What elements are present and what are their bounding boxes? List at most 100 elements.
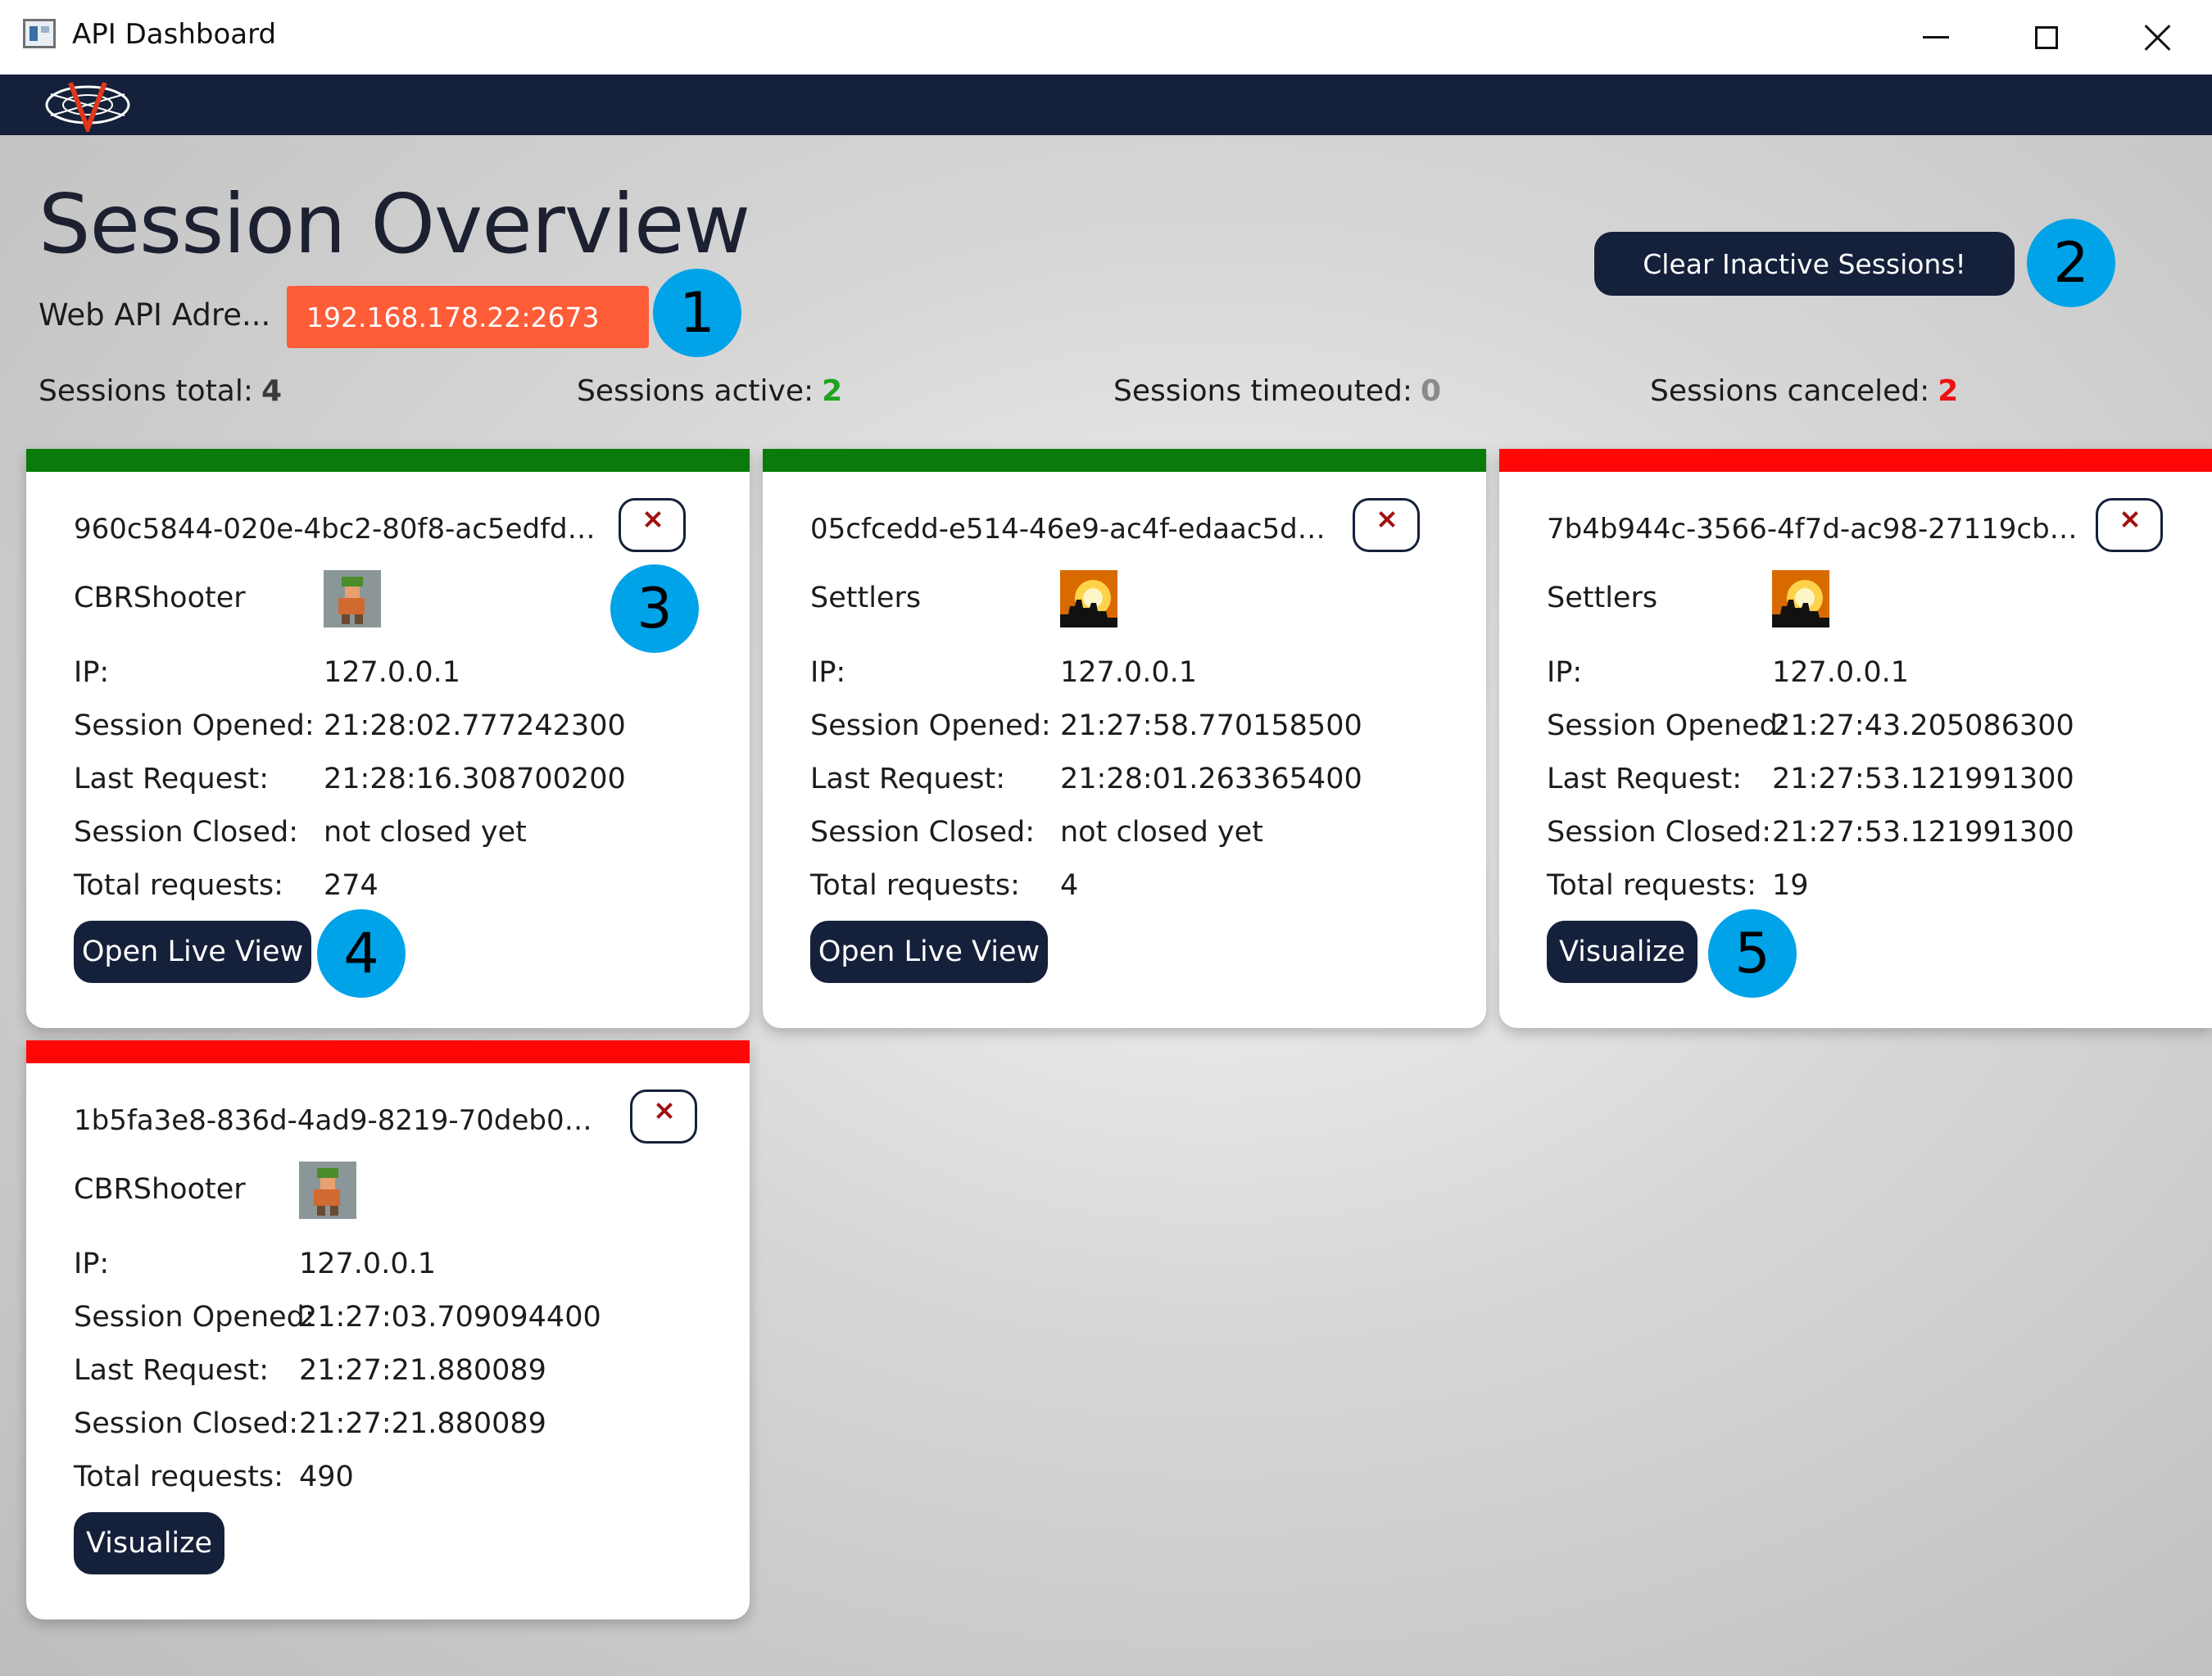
dashboard-content: Session Overview Web API Adre... 1 Clear… [0,135,2212,1676]
session-opened-value: 21:27:03.709094400 [299,1301,601,1334]
ip-value: 127.0.0.1 [324,656,460,689]
last-request-value: 21:28:16.308700200 [324,763,626,795]
session-opened-label: Session Opened: [1547,709,1788,742]
shooter-game-icon [299,1162,356,1219]
stat-sessions-active: Sessions active: 2 [577,374,842,408]
visualize-button[interactable]: Visualize [1547,921,1698,983]
last-request-value: 21:28:01.263365400 [1060,763,1362,795]
ip-label: IP: [74,656,110,689]
session-status-bar [26,1040,750,1063]
settlers-game-icon [1060,570,1117,627]
session-opened-label: Session Opened: [74,1301,315,1334]
last-request-label: Last Request: [810,763,1005,795]
session-card: 1b5fa3e8-836d-4ad9-8219-70deb01375... CB… [26,1040,750,1619]
ip-label: IP: [74,1248,110,1280]
close-icon [1380,512,1394,527]
stat-canceled-label: Sessions canceled: [1650,374,1930,408]
game-name: CBRShooter [74,582,246,614]
session-card: 05cfcedd-e514-46e9-ac4f-edaac5d628d8 Set… [763,449,1486,1028]
session-closed-label: Session Closed: [74,816,299,849]
stat-active-value: 2 [822,374,843,408]
annotation-marker-2: 2 [2027,219,2115,307]
annotation-marker-4: 4 [317,909,406,998]
api-address-label: Web API Adre... [39,297,271,333]
session-status-bar [1499,449,2212,472]
session-id: 1b5fa3e8-836d-4ad9-8219-70deb01375... [74,1104,606,1137]
clear-inactive-sessions-button[interactable]: Clear Inactive Sessions! [1594,232,2015,296]
session-status-bar [763,449,1486,472]
session-closed-label: Session Closed: [74,1407,299,1440]
app-window-icon [23,19,56,48]
total-requests-label: Total requests: [74,869,283,902]
ip-label: IP: [1547,656,1583,689]
api-address-input[interactable] [287,286,649,348]
stat-sessions-total: Sessions total: 4 [39,374,282,408]
ip-value: 127.0.0.1 [299,1248,436,1280]
game-name: Settlers [1547,582,1658,614]
total-requests-value: 490 [299,1461,354,1493]
stat-total-value: 4 [261,374,283,408]
game-name: Settlers [810,582,922,614]
session-id: 960c5844-020e-4bc2-80f8-ac5edfda29d7 [74,513,606,546]
annotation-marker-3: 3 [610,564,699,653]
stat-sessions-timeouted: Sessions timeouted: 0 [1113,374,1441,408]
settlers-game-icon [1772,570,1829,627]
total-requests-value: 274 [324,869,378,902]
stat-timeout-value: 0 [1420,374,1442,408]
close-icon [2143,24,2171,52]
stat-sessions-canceled: Sessions canceled: 2 [1650,374,1958,408]
delete-session-button[interactable] [630,1089,697,1144]
annotation-marker-5: 5 [1708,909,1797,998]
session-status-bar [26,449,750,472]
total-requests-label: Total requests: [810,869,1020,902]
session-opened-value: 21:27:43.205086300 [1772,709,2074,742]
delete-session-button[interactable] [2096,498,2163,552]
total-requests-label: Total requests: [74,1461,283,1493]
delete-session-button[interactable] [1353,498,1420,552]
total-requests-value: 19 [1772,869,1809,902]
session-card: 7b4b944c-3566-4f7d-ac98-27119cb3c101 Set… [1499,449,2212,1028]
maximize-button[interactable] [1991,0,2101,75]
minimize-icon [1922,36,1949,39]
game-name: CBRShooter [74,1173,246,1206]
total-requests-value: 4 [1060,869,1079,902]
session-closed-value: 21:27:53.121991300 [1772,816,2074,849]
open-live-view-button[interactable]: Open Live View [74,921,311,983]
minimize-button[interactable] [1880,0,1991,75]
stat-canceled-value: 2 [1938,374,1959,408]
session-id: 05cfcedd-e514-46e9-ac4f-edaac5d628d8 [810,513,1343,546]
session-opened-label: Session Opened: [810,709,1051,742]
last-request-label: Last Request: [74,763,269,795]
last-request-label: Last Request: [74,1354,269,1387]
session-closed-value: 21:27:21.880089 [299,1407,546,1440]
last-request-value: 21:27:21.880089 [299,1354,546,1387]
maximize-icon [2034,25,2058,49]
session-opened-value: 21:28:02.777242300 [324,709,626,742]
session-closed-label: Session Closed: [810,816,1036,849]
session-id: 7b4b944c-3566-4f7d-ac98-27119cb3c101 [1547,513,2079,546]
close-icon [646,512,660,527]
stat-total-label: Sessions total: [39,374,254,408]
page-title: Session Overview [39,176,750,272]
stat-active-label: Sessions active: [577,374,814,408]
session-closed-label: Session Closed: [1547,816,1772,849]
close-icon [2123,512,2137,527]
close-window-button[interactable] [2101,0,2212,75]
last-request-label: Last Request: [1547,763,1742,795]
session-closed-value: not closed yet [324,816,527,849]
stat-timeout-label: Sessions timeouted: [1113,374,1412,408]
total-requests-label: Total requests: [1547,869,1756,902]
shooter-game-icon [324,570,381,627]
delete-session-button[interactable] [619,498,686,552]
visualize-button[interactable]: Visualize [74,1512,224,1574]
app-logo-icon[interactable] [43,78,133,132]
close-icon [657,1103,672,1118]
session-opened-label: Session Opened: [74,709,315,742]
session-opened-value: 21:27:58.770158500 [1060,709,1362,742]
annotation-marker-1: 1 [653,269,741,357]
last-request-value: 21:27:53.121991300 [1772,763,2074,795]
ip-value: 127.0.0.1 [1060,656,1197,689]
ip-value: 127.0.0.1 [1772,656,1909,689]
app-navbar [0,75,2212,135]
open-live-view-button[interactable]: Open Live View [810,921,1048,983]
